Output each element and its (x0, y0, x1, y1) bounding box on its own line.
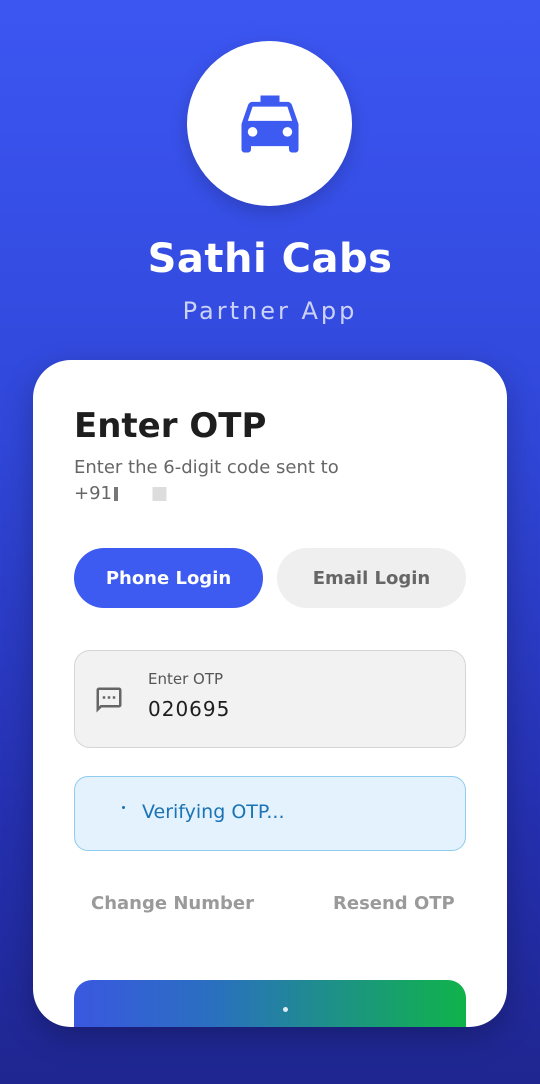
card-description: Enter the 6-digit code sent to +91 (74, 455, 454, 507)
otp-card: Enter OTP Enter the 6-digit code sent to… (33, 360, 507, 1027)
app-title: Sathi Cabs (147, 236, 393, 282)
change-number-link[interactable]: Change Number (91, 893, 254, 914)
message-icon (96, 687, 122, 713)
app-logo (187, 41, 352, 206)
otp-field-value[interactable]: 020695 (148, 697, 230, 721)
otp-field-label: Enter OTP (148, 670, 224, 688)
tab-phone-login[interactable]: Phone Login (74, 548, 263, 608)
tab-phone-login-label: Phone Login (105, 567, 232, 589)
verifying-status-text: Verifying OTP... (142, 801, 285, 823)
verify-submit-button[interactable] (74, 980, 466, 1027)
description-text: Enter the 6-digit code sent to (74, 457, 339, 478)
loading-spinner-icon (122, 806, 125, 809)
otp-input-field[interactable]: Enter OTP 020695 (74, 650, 466, 748)
taxi-icon (241, 95, 298, 152)
phone-prefix: +91 (74, 483, 112, 504)
app-subtitle: Partner App (182, 297, 358, 325)
verifying-status-box: Verifying OTP... (74, 776, 466, 851)
masked-phone-number (114, 487, 184, 501)
card-title: Enter OTP (74, 406, 267, 446)
tab-email-login-label: Email Login (312, 567, 431, 589)
resend-otp-link[interactable]: Resend OTP (333, 893, 455, 914)
loading-indicator-icon (283, 1007, 288, 1012)
tab-email-login[interactable]: Email Login (277, 548, 466, 608)
